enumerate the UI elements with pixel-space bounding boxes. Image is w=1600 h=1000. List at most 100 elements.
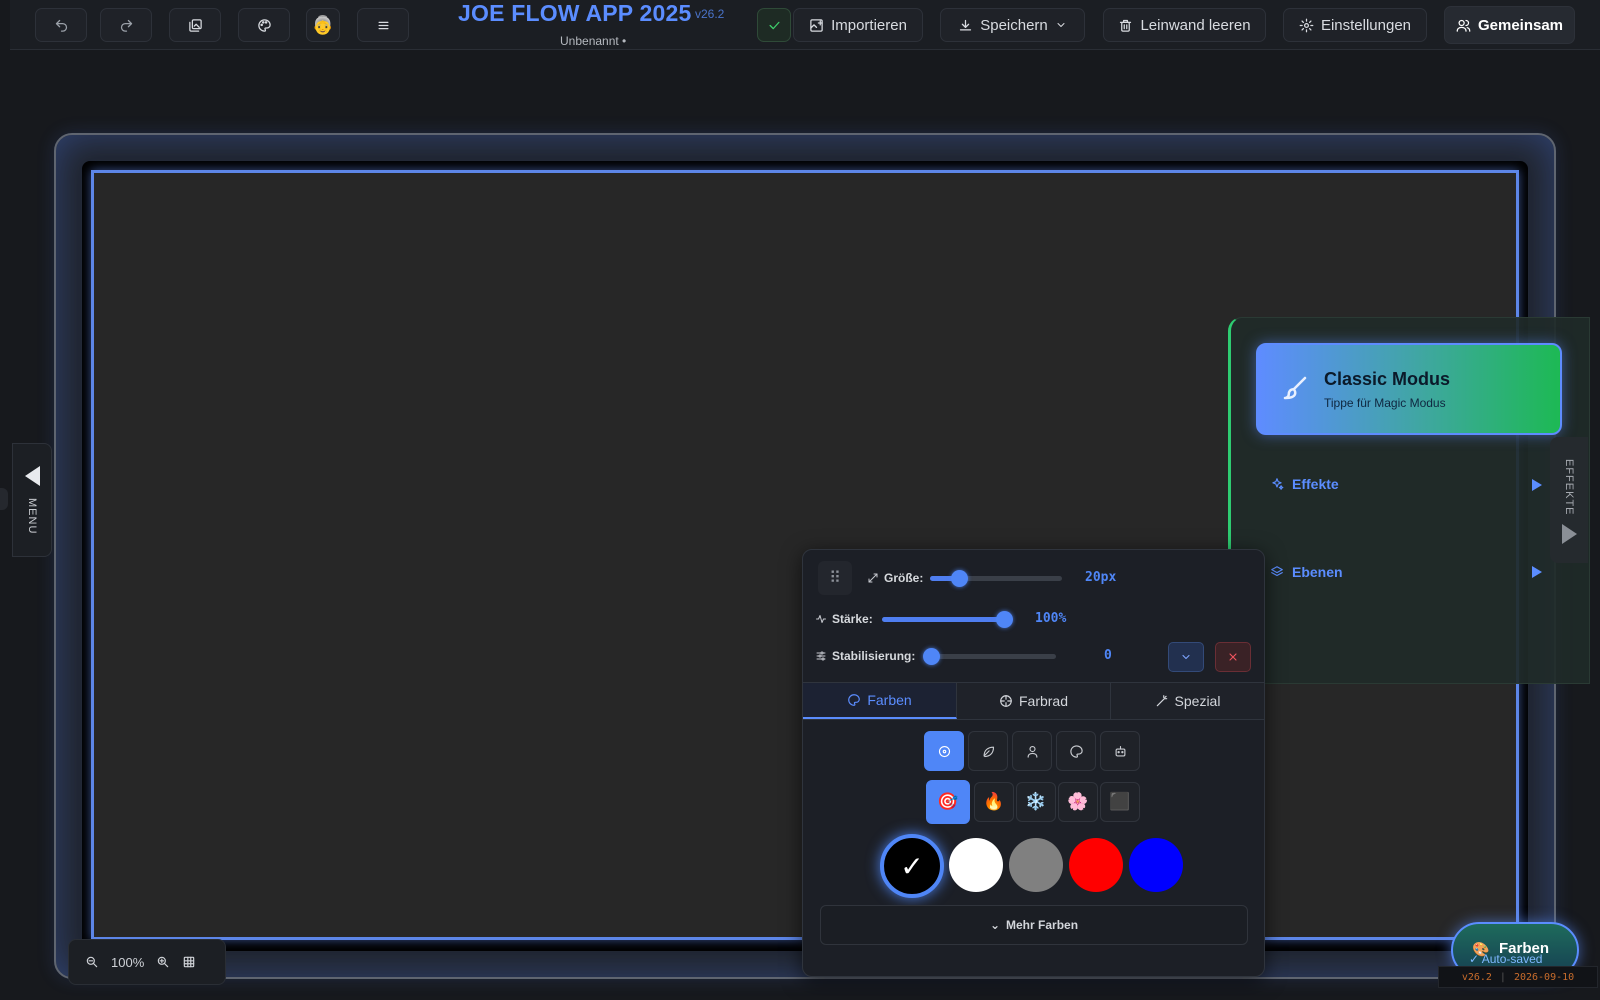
category-robot-button[interactable] bbox=[1100, 731, 1140, 771]
undo-button[interactable] bbox=[35, 8, 87, 42]
more-colors-button[interactable]: ⌄ Mehr Farben bbox=[820, 905, 1248, 945]
tab-spezial[interactable]: Spezial bbox=[1111, 683, 1264, 719]
snowflake-icon: ❄️ bbox=[1025, 792, 1047, 811]
strength-slider[interactable] bbox=[882, 611, 1013, 628]
color-swatch-white[interactable] bbox=[949, 838, 1003, 892]
color-swatch-blue[interactable] bbox=[1129, 838, 1183, 892]
palette-icon bbox=[1069, 744, 1083, 758]
zoom-controls: 100% bbox=[68, 939, 226, 985]
tab-farben-label: Farben bbox=[867, 692, 912, 708]
strength-label: Stärke: bbox=[832, 612, 873, 626]
color-swatch-black[interactable]: ✓ bbox=[880, 834, 944, 898]
size-slider[interactable] bbox=[930, 570, 1062, 587]
strength-slider-thumb[interactable] bbox=[996, 611, 1013, 628]
zoom-out-icon[interactable] bbox=[85, 955, 99, 969]
avatar: 👵 bbox=[311, 14, 335, 35]
category-skin-button[interactable] bbox=[1012, 731, 1052, 771]
preset-dart-button[interactable]: 🎯 bbox=[926, 780, 970, 824]
more-colors-label: Mehr Farben bbox=[1006, 918, 1079, 932]
size-slider-thumb[interactable] bbox=[951, 570, 969, 587]
size-value: 20px bbox=[1085, 570, 1117, 585]
dart-icon: 🎯 bbox=[937, 792, 959, 811]
save-button[interactable]: Speichern bbox=[940, 8, 1085, 42]
theme-button[interactable] bbox=[238, 8, 290, 42]
settings-label: Einstellungen bbox=[1320, 16, 1412, 34]
palette-icon bbox=[257, 18, 271, 32]
clear-canvas-button[interactable]: Leinwand leeren bbox=[1103, 8, 1266, 42]
color-swatch-gray[interactable] bbox=[1009, 838, 1063, 892]
effects-expand-icon[interactable] bbox=[1532, 479, 1542, 491]
tab-farbrad-label: Farbrad bbox=[1018, 693, 1069, 709]
check-icon bbox=[769, 21, 779, 29]
category-nature-button[interactable] bbox=[968, 731, 1008, 771]
color-wheel-icon bbox=[1000, 695, 1012, 707]
shared-label: Gemeinsam bbox=[1477, 16, 1564, 34]
tab-spezial-label: Spezial bbox=[1174, 693, 1221, 709]
app-title: JOE FLOW APP 2025 bbox=[458, 0, 692, 26]
layers-icon bbox=[1271, 566, 1283, 577]
close-icon bbox=[1229, 653, 1237, 661]
effects-item[interactable]: Effekte bbox=[1270, 476, 1339, 492]
check-icon: ✓ bbox=[900, 850, 924, 882]
mode-toggle-card[interactable]: Classic Modus Tippe für Magic Modus bbox=[1256, 343, 1562, 435]
effects-handle-label: EFFEKTE bbox=[1563, 459, 1575, 516]
download-icon bbox=[960, 19, 972, 30]
palette-icon bbox=[848, 694, 861, 706]
chevron-down-icon: ⌄ bbox=[989, 918, 1001, 932]
color-swatch-red[interactable] bbox=[1069, 838, 1123, 892]
menu-button[interactable] bbox=[357, 8, 409, 42]
size-label: Größe: bbox=[884, 571, 924, 585]
target-icon bbox=[938, 745, 950, 757]
menu-toggle[interactable]: MENU bbox=[12, 443, 52, 557]
preset-blossom-button[interactable]: 🌸 bbox=[1058, 782, 1098, 822]
blossom-icon: 🌸 bbox=[1067, 792, 1089, 811]
tab-farbrad[interactable]: Farbrad bbox=[957, 683, 1111, 719]
layers-item[interactable]: Ebenen bbox=[1270, 564, 1343, 580]
arrow-right-icon bbox=[1561, 523, 1577, 544]
stabilization-slider-thumb[interactable] bbox=[923, 648, 940, 665]
save-label: Speichern bbox=[980, 16, 1048, 34]
stabilization-row: Stabilisierung: bbox=[815, 649, 915, 663]
robot-icon bbox=[1115, 745, 1125, 756]
autosave-status: ✓ Auto-saved bbox=[1469, 952, 1543, 966]
preset-ice-button[interactable]: ❄️ bbox=[1016, 782, 1056, 822]
images-icon bbox=[188, 18, 202, 32]
preset-fire-button[interactable]: 🔥 bbox=[974, 782, 1014, 822]
left-edge-tab[interactable] bbox=[0, 488, 8, 510]
grid-icon[interactable] bbox=[182, 955, 196, 969]
document-name: Unbenannt • bbox=[560, 34, 627, 48]
effects-panel-toggle[interactable]: EFFEKTE bbox=[1550, 437, 1588, 563]
tab-farben[interactable]: Farben bbox=[803, 683, 957, 719]
avatar-button[interactable]: 👵 bbox=[306, 8, 340, 42]
collapse-panel-button[interactable] bbox=[1168, 642, 1204, 672]
layers-expand-icon[interactable] bbox=[1532, 566, 1542, 578]
close-panel-button[interactable] bbox=[1215, 642, 1251, 672]
shared-button[interactable]: Gemeinsam bbox=[1444, 6, 1575, 44]
image-import-icon bbox=[810, 18, 823, 32]
zoom-in-icon[interactable] bbox=[156, 955, 170, 969]
gear-icon bbox=[1299, 18, 1314, 32]
stabilization-slider[interactable] bbox=[923, 648, 1056, 665]
black-square-icon: ⬛ bbox=[1109, 792, 1131, 811]
import-label: Importieren bbox=[831, 16, 907, 34]
strength-value: 100% bbox=[1035, 611, 1067, 626]
version-text: v26.2 bbox=[1461, 971, 1492, 983]
effects-label: Effekte bbox=[1292, 476, 1339, 492]
import-button[interactable]: Importieren bbox=[793, 8, 923, 42]
strength-slider-fill bbox=[882, 617, 1004, 622]
zoom-level: 100% bbox=[111, 954, 145, 970]
mode-subtitle: Tippe für Magic Modus bbox=[1324, 396, 1446, 410]
hamburger-icon bbox=[378, 21, 388, 29]
gallery-button[interactable] bbox=[169, 8, 221, 42]
person-icon bbox=[1027, 745, 1037, 758]
preset-dark-button[interactable]: ⬛ bbox=[1100, 782, 1140, 822]
redo-button[interactable] bbox=[100, 8, 152, 42]
category-basic-button[interactable] bbox=[924, 731, 964, 771]
confirm-button[interactable] bbox=[757, 8, 791, 42]
category-palette-button[interactable] bbox=[1056, 731, 1096, 771]
menu-label: MENU bbox=[26, 498, 38, 535]
version-badge: v26.2 | 2026-09-10 bbox=[1438, 966, 1598, 988]
settings-button[interactable]: Einstellungen bbox=[1283, 8, 1427, 42]
chevron-down-icon bbox=[1182, 654, 1190, 660]
drag-handle-icon[interactable]: ⠿ bbox=[818, 561, 852, 595]
